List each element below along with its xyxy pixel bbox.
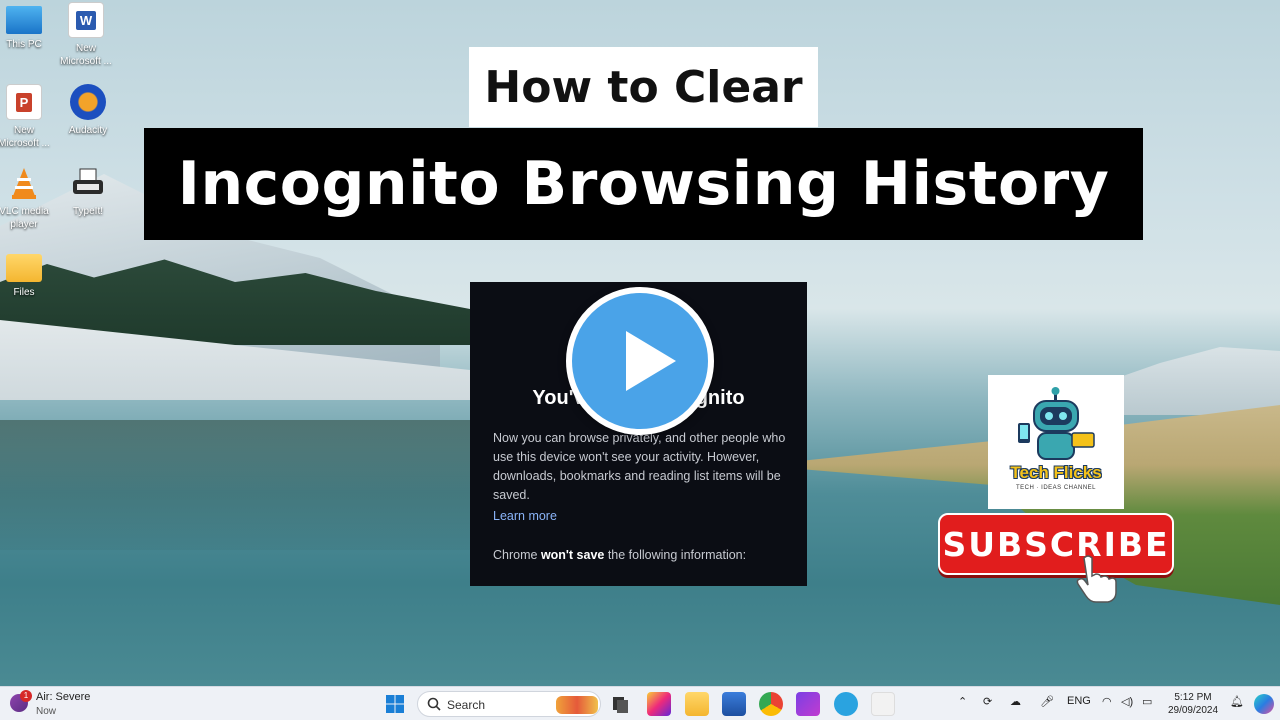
notification-badge: 1: [20, 690, 32, 702]
desktop-icon-label: New Microsoft ...: [0, 125, 50, 149]
clock-date: 29/09/2024: [1167, 705, 1219, 716]
incognito-body-text: Now you can browse privately, and other …: [493, 431, 786, 502]
search-placeholder: Search: [447, 698, 486, 712]
instagram-taskbar-icon[interactable]: [647, 692, 671, 716]
clock[interactable]: 5:12 PM 29/09/2024: [1162, 691, 1224, 717]
sync-icon[interactable]: ⟳: [983, 695, 992, 708]
start-button[interactable]: [383, 692, 407, 716]
weather-subtitle: Now: [36, 706, 57, 717]
incognito-footer-text: Chrome won't save the following informat…: [493, 548, 746, 562]
weather-title: Air: Severe: [36, 691, 91, 703]
onedrive-icon[interactable]: ☁: [1010, 695, 1021, 708]
learn-more-link[interactable]: Learn more: [493, 509, 557, 523]
desktop-icon-label: This PC: [6, 39, 42, 50]
desktop-icon-word-doc[interactable]: W New Microsoft ...: [56, 2, 116, 68]
typewriter-icon: [70, 165, 106, 201]
chevron-up-icon[interactable]: ⌃: [958, 695, 967, 708]
channel-logo: Tech Flicks TECH · IDEAS CHANNEL: [988, 375, 1124, 509]
title-line-1: How to Clear: [469, 47, 818, 127]
taskbar: 1 Air: Severe Now Search ⌃ ⟳ ☁ 🎤︎ ENG ◠ …: [0, 686, 1280, 720]
channel-tagline: TECH · IDEAS CHANNEL: [1015, 485, 1096, 491]
language-indicator[interactable]: ENG: [1067, 695, 1091, 707]
audacity-icon: [70, 84, 106, 120]
copilot-icon[interactable]: [1254, 694, 1274, 714]
volume-icon[interactable]: ◁): [1121, 695, 1133, 708]
battery-icon[interactable]: ▭: [1142, 695, 1152, 708]
desktop-icon-files[interactable]: Files: [0, 250, 54, 299]
desktop-icon-label: TypeIt!: [72, 206, 103, 217]
search-icon: [427, 697, 441, 711]
hand-cursor-icon: [1076, 555, 1117, 603]
channel-name: Tech Flicks: [1010, 463, 1102, 482]
taskbar-search-box[interactable]: Search: [417, 691, 601, 717]
footer-suffix: the following information:: [604, 548, 747, 562]
word-icon: W: [68, 2, 104, 38]
folder-icon: [6, 254, 42, 282]
desktop-icon-vlc[interactable]: VLC media player: [0, 165, 54, 231]
footer-bold: won't save: [540, 548, 605, 562]
chrome-icon[interactable]: [759, 692, 783, 716]
footer-prefix: Chrome: [493, 548, 541, 562]
snipping-tool-icon[interactable]: [871, 692, 895, 716]
desktop-icon-powerpoint[interactable]: P New Microsoft ...: [0, 84, 54, 150]
microsoft-store-icon[interactable]: [722, 692, 746, 716]
desktop-icon-label: New Microsoft ...: [60, 43, 112, 67]
desktop-icon-label: VLC media player: [0, 206, 49, 230]
notification-bell-icon[interactable]: 🔔︎: [1230, 695, 1244, 708]
weather-widget[interactable]: 1 Air: Severe Now: [10, 690, 120, 718]
file-explorer-icon[interactable]: [685, 692, 709, 716]
clock-time: 5:12 PM: [1174, 692, 1212, 703]
task-view-button[interactable]: [608, 692, 632, 716]
desktop-icon-label: Files: [13, 287, 35, 298]
microphone-icon[interactable]: 🎤︎: [1040, 695, 1054, 708]
desktop-icon-this-pc[interactable]: This PC: [0, 2, 54, 51]
powerpoint-icon: P: [6, 84, 42, 120]
play-icon: [626, 331, 676, 391]
vlc-icon: [6, 165, 42, 201]
subscribe-button[interactable]: SUBSCRIBE: [938, 513, 1174, 575]
video-play-button[interactable]: [566, 287, 714, 435]
title-line-2: Incognito Browsing History: [144, 128, 1143, 240]
telegram-icon[interactable]: [834, 692, 858, 716]
desktop-icon-typeit[interactable]: TypeIt!: [58, 165, 118, 218]
wallpaper-reflection: [0, 420, 470, 550]
robot-icon: [1018, 387, 1095, 460]
desktop-icon-audacity[interactable]: Audacity: [58, 84, 118, 137]
search-highlight-icon: [556, 696, 598, 714]
monitor-icon: [6, 6, 42, 34]
windows-icon: [386, 695, 404, 713]
wifi-icon[interactable]: ◠: [1102, 695, 1112, 708]
clipchamp-icon[interactable]: [796, 692, 820, 716]
task-view-icon: [613, 697, 628, 713]
desktop-icon-label: Audacity: [68, 125, 108, 136]
